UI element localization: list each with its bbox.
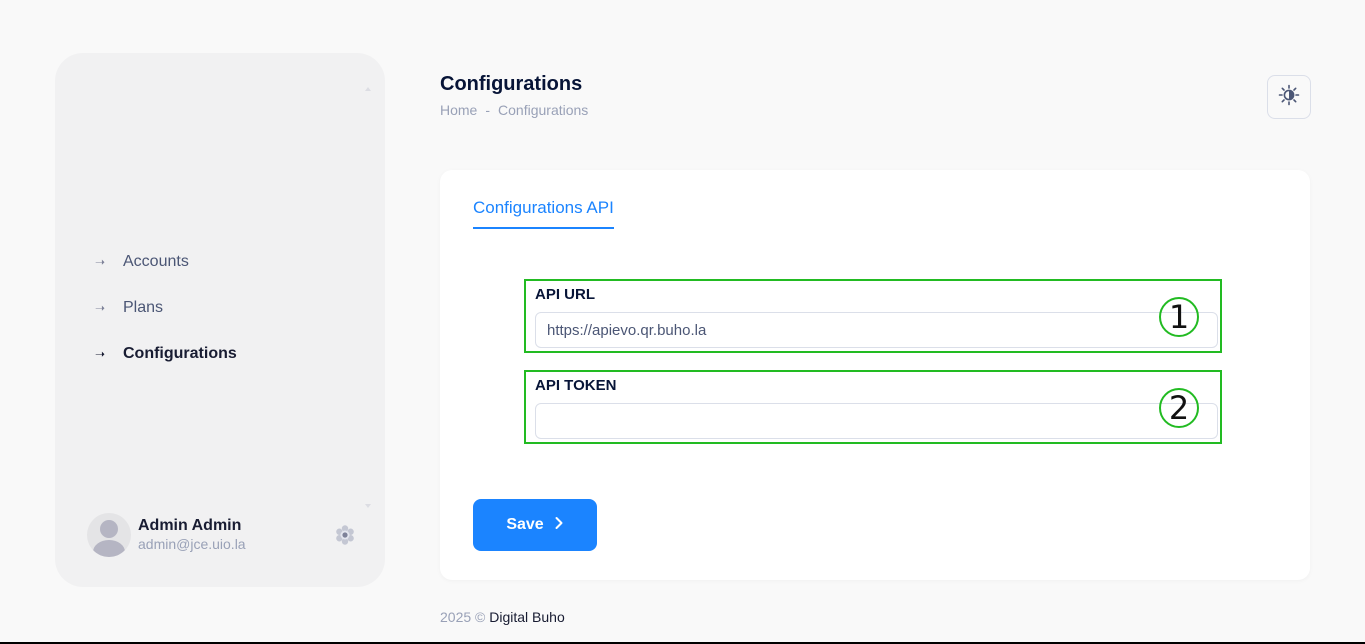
page-title: Configurations — [440, 73, 583, 95]
user-panel: Admin Admin admin@jce.uio.la — [87, 512, 357, 558]
api-url-label: API URL — [535, 286, 595, 303]
sidebar-item-label: Accounts — [123, 253, 189, 270]
user-info: Admin Admin admin@jce.uio.la — [138, 517, 246, 553]
tab-configurations-api[interactable]: Configurations API — [473, 198, 614, 229]
breadcrumb-separator: - — [485, 102, 491, 118]
user-email: admin@jce.uio.la — [138, 536, 246, 552]
arrow-right-icon: ➝ — [95, 347, 106, 361]
scroll-down-icon[interactable] — [365, 504, 371, 508]
sidebar-item-plans[interactable]: ➝ Plans — [95, 285, 237, 331]
api-token-input[interactable] — [535, 403, 1218, 439]
sidebar: ➝ Accounts ➝ Plans ➝ Configurations Admi… — [55, 53, 385, 587]
sidebar-item-configurations[interactable]: ➝ Configurations — [95, 331, 237, 377]
footer-copyright: © — [475, 609, 486, 625]
sidebar-nav: ➝ Accounts ➝ Plans ➝ Configurations — [95, 239, 237, 377]
avatar-head — [100, 520, 118, 538]
breadcrumb-home[interactable]: Home — [440, 102, 477, 118]
chevron-right-icon — [554, 516, 564, 535]
breadcrumb-current: Configurations — [498, 102, 589, 118]
scroll-up-icon[interactable] — [365, 87, 371, 91]
avatar[interactable] — [87, 513, 131, 557]
user-name: Admin Admin — [138, 517, 242, 534]
arrow-right-icon: ➝ — [95, 301, 106, 315]
sidebar-item-label: Configurations — [123, 345, 237, 362]
footer-year: 2025 — [440, 609, 472, 625]
api-url-input[interactable] — [535, 312, 1218, 348]
save-button-label: Save — [506, 516, 544, 533]
footer-brand-link[interactable]: Digital Buho — [489, 609, 565, 625]
arrow-right-icon: ➝ — [95, 255, 106, 269]
breadcrumb: Home - Configurations — [440, 102, 588, 118]
api-token-group: API TOKEN 2 — [524, 370, 1222, 444]
api-token-label: API TOKEN — [535, 377, 617, 394]
footer: 2025 © Digital Buho — [440, 609, 565, 625]
annotation-marker-1: 1 — [1159, 297, 1199, 337]
theme-toggle-button[interactable] — [1267, 75, 1311, 119]
sun-icon — [1278, 84, 1300, 111]
save-button[interactable]: Save — [473, 499, 597, 551]
configurations-card: Configurations API API URL 1 API TOKEN 2… — [440, 170, 1310, 580]
sidebar-item-accounts[interactable]: ➝ Accounts — [95, 239, 237, 285]
api-url-group: API URL 1 — [524, 279, 1222, 353]
sidebar-item-label: Plans — [123, 299, 164, 316]
gear-icon[interactable] — [333, 523, 357, 547]
avatar-body — [93, 540, 125, 557]
annotation-marker-2: 2 — [1159, 388, 1199, 428]
